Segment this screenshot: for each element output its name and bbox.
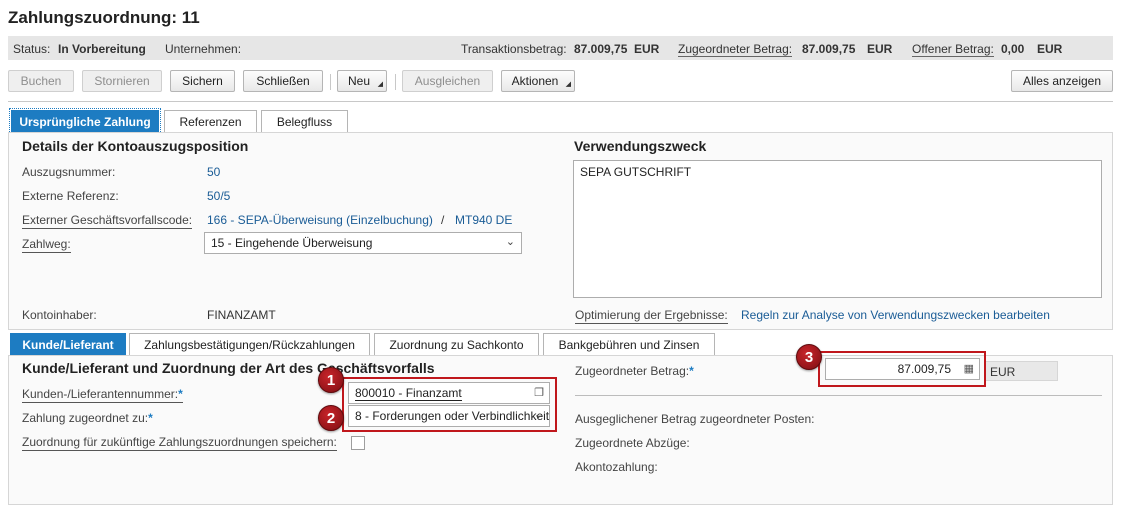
zahlung-zugeordnet-value: 8 - Forderungen oder Verbindlichkeiten bbox=[355, 409, 550, 423]
assigned-amount-label: Zugeordneter Betrag: bbox=[678, 42, 793, 57]
open-amount-label: Offener Betrag: bbox=[912, 42, 994, 57]
status-label: Status: bbox=[13, 42, 51, 56]
required-marker: * bbox=[148, 411, 153, 425]
chevron-down-icon: ⌄ bbox=[505, 236, 515, 248]
tab-bankgebuehren-zinsen[interactable]: Bankgebühren und Zinsen bbox=[543, 333, 715, 355]
amount-divider bbox=[575, 395, 1102, 396]
value-help-icon[interactable]: ❐ bbox=[534, 386, 544, 399]
status-bar: Status: In Vorbereitung Unternehmen: Tra… bbox=[8, 36, 1113, 60]
purpose-section-title: Verwendungszweck bbox=[574, 138, 707, 154]
toolbar-separator bbox=[395, 74, 396, 90]
details-section-title: Details der Kontoauszugsposition bbox=[22, 138, 249, 154]
tab-zuordnung-sachkonto[interactable]: Zuordnung zu Sachkonto bbox=[374, 333, 539, 355]
geschaeftsvorfallcode-label: Externer Geschäftsvorfallscode: bbox=[22, 213, 193, 229]
toolbar-separator bbox=[330, 74, 331, 90]
alles-anzeigen-button[interactable]: Alles anzeigen bbox=[1011, 70, 1113, 92]
page-title: Zahlungszuordnung: 11 bbox=[8, 8, 200, 27]
zahlung-zugeordnet-label: Zahlung zugeordnet zu:* bbox=[22, 411, 153, 425]
assigned-amount-currency: EUR bbox=[867, 42, 893, 56]
company-label: Unternehmen: bbox=[165, 42, 242, 56]
zugeordnete-abzuege-label: Zugeordnete Abzüge: bbox=[575, 436, 690, 450]
neu-button[interactable]: Neu ◢ bbox=[337, 70, 387, 92]
code-separator: / bbox=[441, 213, 445, 227]
zahlweg-value: 15 - Eingehende Überweisung bbox=[211, 236, 373, 250]
zugeordneter-betrag-currency: EUR bbox=[984, 361, 1058, 381]
open-amount-value: 0,00 bbox=[1001, 42, 1025, 56]
zugeordneter-betrag-label: Zugeordneter Betrag:* bbox=[575, 364, 694, 378]
marker-1: 1 bbox=[318, 367, 344, 393]
transaction-amount-value: 87.009,75 bbox=[574, 42, 628, 56]
zahlweg-select[interactable]: 15 - Eingehende Überweisung ⌄ bbox=[204, 232, 522, 254]
tab-kunde-lieferant[interactable]: Kunde/Lieferant bbox=[10, 333, 126, 355]
verwendungszweck-textarea[interactable]: SEPA GUTSCHRIFT bbox=[573, 160, 1102, 298]
marker-2: 2 bbox=[318, 405, 344, 431]
kontoinhaber-label: Kontoinhaber: bbox=[22, 308, 97, 322]
kunden-nr-input[interactable]: 800010 - Finanzamt ❐ bbox=[348, 382, 550, 404]
status-value: In Vorbereitung bbox=[58, 42, 146, 56]
open-amount-currency: EUR bbox=[1037, 42, 1063, 56]
kunden-nr-value: 800010 - Finanzamt bbox=[355, 386, 462, 401]
kunden-nr-label: Kunden-/Lieferantennummer:* bbox=[22, 387, 183, 403]
zugeordneter-betrag-input[interactable]: 87.009,75 ▦ bbox=[825, 358, 980, 380]
caret-down-icon: ◢ bbox=[377, 81, 383, 88]
auszugsnummer-link[interactable]: 50 bbox=[207, 165, 220, 179]
tab-zahlungsbestaetigungen[interactable]: Zahlungsbestätigungen/Rückzahlungen bbox=[129, 333, 370, 355]
tab-urspruengliche-zahlung[interactable]: Ursprüngliche Zahlung bbox=[9, 108, 161, 134]
optimization-rules-link[interactable]: Regeln zur Analyse von Verwendungszwecke… bbox=[741, 308, 1050, 322]
mt940-link[interactable]: MT940 DE bbox=[455, 213, 512, 227]
externe-referenz-link[interactable]: 50/5 bbox=[207, 189, 230, 203]
transaction-amount-label: Transaktionsbetrag: bbox=[461, 42, 567, 56]
optimization-label: Optimierung der Ergebnisse: bbox=[575, 308, 728, 324]
zugeordneter-betrag-value: 87.009,75 bbox=[897, 362, 951, 376]
schliessen-button[interactable]: Schließen bbox=[243, 70, 323, 92]
chevron-down-icon: ⌄ bbox=[533, 409, 543, 421]
assigned-amount-value: 87.009,75 bbox=[802, 42, 856, 56]
caret-down-icon: ◢ bbox=[565, 81, 571, 88]
save-assignment-checkbox[interactable] bbox=[351, 436, 365, 450]
sichern-button[interactable]: Sichern bbox=[170, 70, 235, 92]
details-panel: Details der Kontoauszugsposition Auszugs… bbox=[8, 132, 1113, 330]
required-marker: * bbox=[689, 364, 694, 378]
transaction-amount-currency: EUR bbox=[634, 42, 660, 56]
aktionen-button[interactable]: Aktionen ◢ bbox=[501, 70, 575, 92]
ausgleichen-button[interactable]: Ausgleichen bbox=[402, 70, 493, 92]
neu-button-label: Neu bbox=[347, 74, 370, 88]
toolbar-divider bbox=[8, 101, 1113, 102]
akontozahlung-label: Akontozahlung: bbox=[575, 460, 658, 474]
required-marker: * bbox=[178, 387, 183, 401]
save-assignment-label: Zuordnung für zukünftige Zahlungszuordnu… bbox=[22, 435, 337, 451]
calculator-icon[interactable]: ▦ bbox=[964, 362, 974, 375]
zahlweg-label: Zahlweg: bbox=[22, 237, 71, 253]
externe-referenz-label: Externe Referenz: bbox=[22, 189, 119, 203]
aktionen-button-label: Aktionen bbox=[511, 74, 559, 88]
assignment-section-title: Kunde/Lieferant und Zuordnung der Art de… bbox=[22, 360, 435, 376]
tab-belegfluss[interactable]: Belegfluss bbox=[261, 110, 348, 132]
kontoinhaber-value: FINANZAMT bbox=[207, 308, 276, 322]
buchen-button[interactable]: Buchen bbox=[8, 70, 74, 92]
auszugsnummer-label: Auszugsnummer: bbox=[22, 165, 116, 179]
ausgeglichener-betrag-label: Ausgeglichener Betrag zugeordneter Poste… bbox=[575, 412, 815, 426]
geschaeftsvorfallcode-link[interactable]: 166 - SEPA-Überweisung (Einzelbuchung) bbox=[207, 213, 433, 227]
stornieren-button[interactable]: Stornieren bbox=[82, 70, 162, 92]
tab-referenzen[interactable]: Referenzen bbox=[164, 110, 257, 132]
marker-3: 3 bbox=[796, 344, 822, 370]
zahlung-zugeordnet-select[interactable]: 8 - Forderungen oder Verbindlichkeiten ⌄ bbox=[348, 405, 550, 427]
